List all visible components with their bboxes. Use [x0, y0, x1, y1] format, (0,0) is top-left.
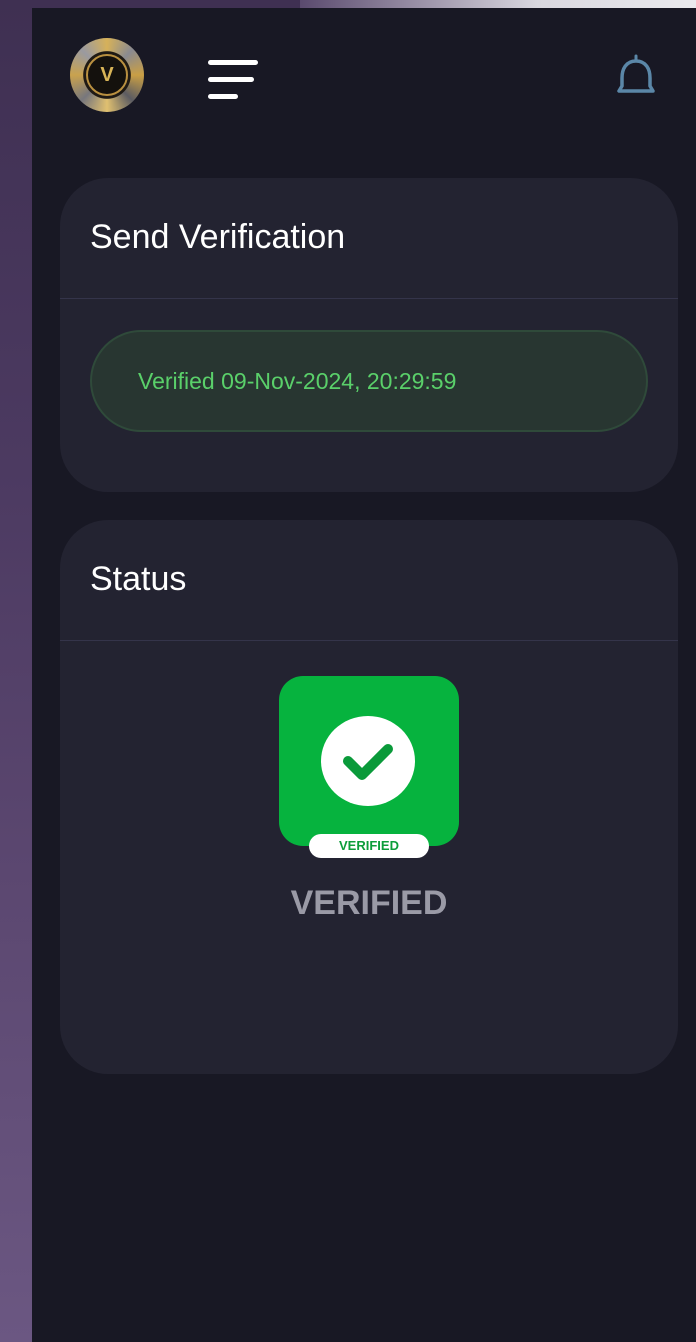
hamburger-menu-icon[interactable] — [208, 60, 258, 100]
verified-timestamp-pill: Verified 09-Nov-2024, 20:29:59 — [90, 330, 648, 432]
send-verification-title: Send Verification — [90, 218, 346, 256]
divider — [60, 298, 678, 299]
check-circle-icon — [321, 716, 415, 806]
verified-timestamp-text: Verified 09-Nov-2024, 20:29:59 — [138, 367, 457, 394]
status-card: Status VERIFIED VERIFIED — [60, 520, 678, 1074]
bell-icon[interactable] — [616, 54, 656, 100]
divider — [60, 640, 678, 641]
app-logo[interactable]: V — [70, 38, 144, 112]
status-text: VERIFIED — [290, 884, 448, 922]
badge-label: VERIFIED — [309, 834, 429, 858]
send-verification-card: Send Verification Verified 09-Nov-2024, … — [60, 178, 678, 492]
verified-badge: VERIFIED — [279, 676, 459, 858]
logo-letter: V — [86, 54, 128, 96]
status-title: Status — [90, 560, 187, 598]
app-screen: V Send Verification Verified 09-Nov-2024… — [32, 8, 696, 1342]
background-image-strip — [300, 0, 696, 8]
